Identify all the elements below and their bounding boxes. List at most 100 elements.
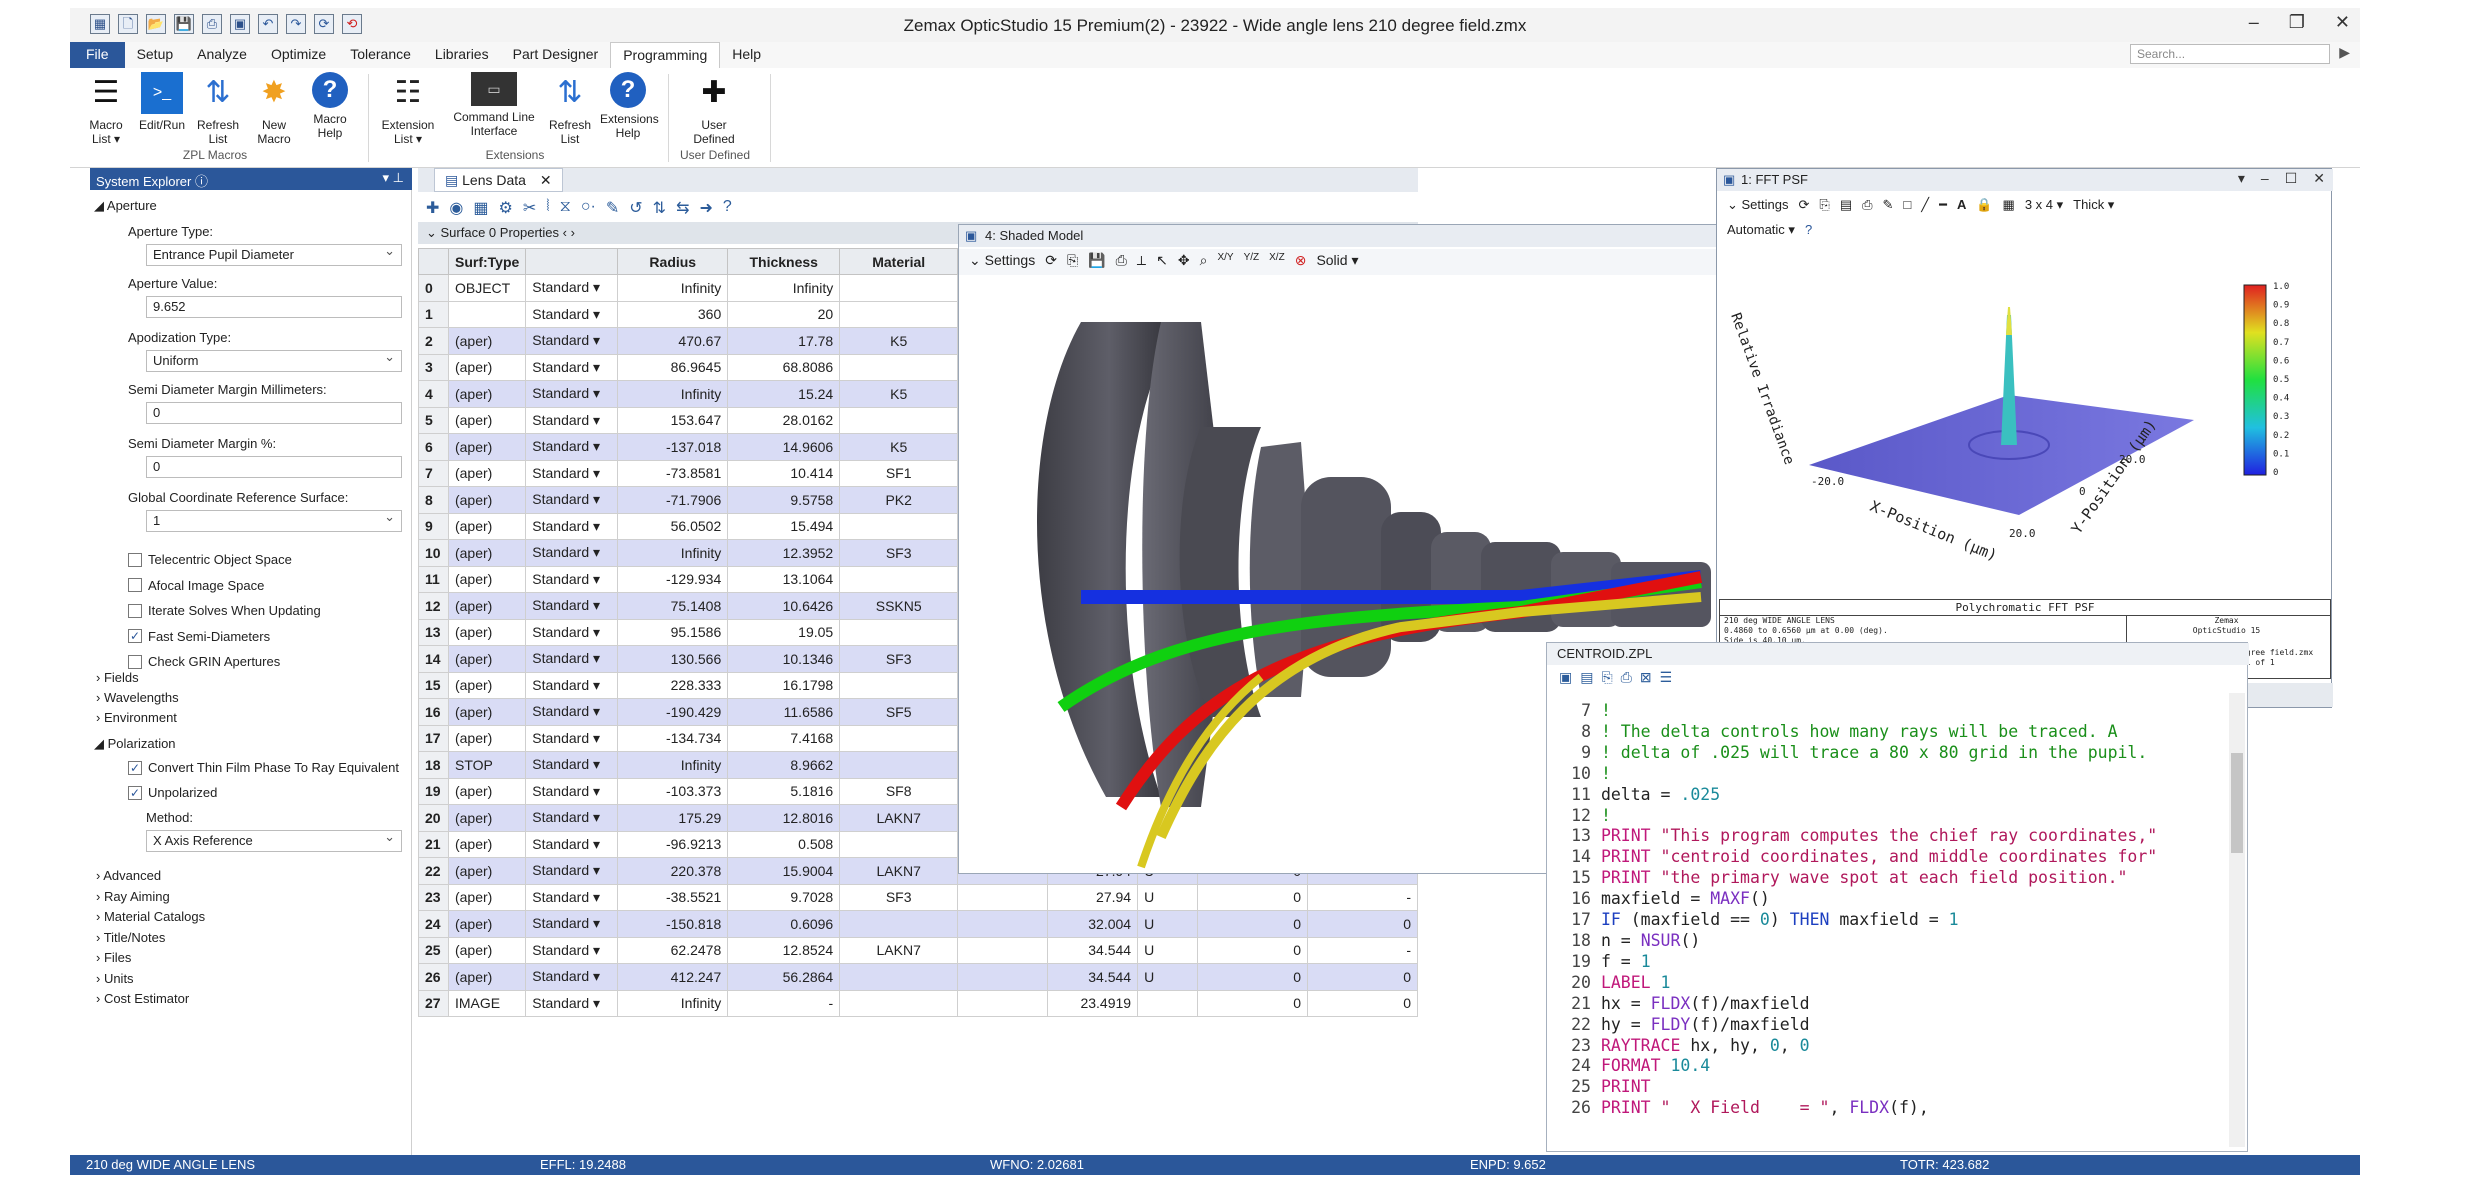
column-header[interactable]: Radius — [617, 248, 729, 275]
table-cell[interactable]: LAKN7 — [839, 804, 959, 832]
global-coord-select[interactable]: 1 — [146, 509, 402, 532]
table-cell[interactable]: U — [1137, 963, 1199, 991]
table-cell[interactable]: 68.8086 — [727, 353, 841, 381]
table-row[interactable]: 26 (aper) Standard ▾ 412.247 56.2864 34.544 U 0… — [418, 963, 1419, 991]
table-cell[interactable]: SF3 — [839, 645, 959, 673]
table-cell[interactable]: 86.9645 — [617, 353, 729, 381]
table-cell[interactable] — [839, 963, 959, 991]
table-cell[interactable]: 16.1798 — [727, 671, 841, 699]
table-cell[interactable]: (aper) — [447, 645, 527, 673]
table-cell[interactable]: -129.934 — [617, 565, 729, 593]
text-icon[interactable]: A — [1957, 197, 1966, 215]
close-tab-icon[interactable]: ✕ — [540, 172, 552, 188]
table-cell[interactable]: Standard ▾ — [525, 406, 619, 434]
maximize-icon[interactable]: ☐ — [2285, 170, 2298, 187]
table-cell[interactable]: Standard ▾ — [525, 380, 619, 408]
help-icon[interactable]: ? — [723, 198, 732, 216]
table-cell[interactable]: (aper) — [447, 830, 527, 858]
table-cell[interactable]: -137.018 — [617, 433, 729, 461]
table-cell[interactable]: 21 — [418, 830, 449, 858]
checkbox-row[interactable]: ✓ Convert Thin Film Phase To Ray Equivale… — [128, 760, 399, 775]
lens-icon[interactable]: ⦚ — [546, 198, 549, 216]
tree-node-title-notes[interactable]: › Title/Notes — [96, 930, 165, 945]
table-cell[interactable]: 0 — [1306, 910, 1419, 938]
table-cell[interactable]: 5.1816 — [727, 777, 841, 805]
method-select[interactable]: X Axis Reference — [146, 829, 402, 852]
checkbox[interactable] — [128, 578, 142, 592]
grid-icon[interactable]: ▦ — [2003, 197, 2015, 215]
table-cell[interactable]: Infinity — [617, 989, 729, 1017]
table-cell[interactable]: Standard ▾ — [525, 724, 619, 752]
menu-setup[interactable]: Setup — [125, 42, 186, 68]
pen-icon[interactable]: ✎ — [1883, 197, 1894, 215]
table-cell[interactable]: 17.78 — [727, 327, 841, 355]
table-cell[interactable] — [957, 936, 1049, 964]
restore-button[interactable]: ❐ — [2289, 12, 2305, 33]
table-cell[interactable]: Standard ▾ — [525, 459, 619, 487]
table-cell[interactable]: Infinity — [727, 274, 841, 302]
table-cell[interactable] — [839, 751, 959, 779]
table-cell[interactable]: 23.4919 — [1047, 989, 1139, 1017]
print-icon[interactable]: ⎙ — [1116, 252, 1127, 272]
save-as-icon[interactable]: ▤ — [1580, 669, 1593, 687]
table-cell[interactable]: Standard ▾ — [525, 989, 619, 1017]
table-cell[interactable]: 27.94 — [1047, 883, 1139, 911]
table-cell[interactable]: 25 — [418, 936, 449, 964]
table-cell[interactable]: (aper) — [447, 804, 527, 832]
table-cell[interactable]: 8 — [418, 486, 449, 514]
checkbox[interactable] — [128, 654, 142, 669]
table-cell[interactable]: - — [727, 989, 841, 1017]
table-cell[interactable] — [447, 300, 527, 328]
table-cell[interactable]: 12.3952 — [727, 539, 841, 567]
ribbon-button-5[interactable]: ☷ Extension List ▾ — [380, 72, 436, 147]
column-header[interactable]: Material — [839, 248, 959, 275]
table-cell[interactable]: Standard ▾ — [525, 274, 619, 302]
table-cell[interactable] — [839, 274, 959, 302]
table-cell[interactable]: 10.414 — [727, 459, 841, 487]
sd-margin-mm-field[interactable]: 0 — [146, 402, 402, 424]
table-cell[interactable]: 1 — [418, 300, 449, 328]
copy-icon[interactable]: ⎘ — [1819, 197, 1829, 215]
table-cell[interactable]: Standard ▾ — [525, 857, 619, 885]
table-cell[interactable]: Standard ▾ — [525, 963, 619, 991]
tree-node-wavelengths[interactable]: › Wavelengths — [96, 690, 179, 705]
table-cell[interactable]: Standard ▾ — [525, 618, 619, 646]
table-cell[interactable]: 9 — [418, 512, 449, 540]
code-line[interactable]: 9 ! delta of .025 will trace a 80 x 80 g… — [1547, 743, 2217, 764]
refresh-icon[interactable]: ⟳ — [1045, 252, 1057, 272]
table-cell[interactable]: 17 — [418, 724, 449, 752]
table-cell[interactable]: 26 — [418, 963, 449, 991]
table-cell[interactable]: 15 — [418, 671, 449, 699]
table-cell[interactable]: (aper) — [447, 512, 527, 540]
table-cell[interactable]: 7 — [418, 459, 449, 487]
table-cell[interactable]: 28.0162 — [727, 406, 841, 434]
settings-button[interactable]: ⌄ Settings — [969, 252, 1035, 272]
save-icon[interactable]: ▣ — [1559, 669, 1572, 687]
table-cell[interactable]: (aper) — [447, 936, 527, 964]
table-cell[interactable]: 0 — [1197, 910, 1308, 938]
table-cell[interactable]: -134.734 — [617, 724, 729, 752]
checkbox[interactable]: ✓ — [128, 629, 142, 643]
tree-node-polarization[interactable]: ◢ Polarization — [94, 736, 176, 752]
circle-icon[interactable]: ○· — [581, 198, 596, 216]
ribbon-button-1[interactable]: >_ Edit/Run — [134, 72, 190, 132]
table-cell[interactable]: (aper) — [447, 883, 527, 911]
table-cell[interactable] — [839, 565, 959, 593]
checkbox[interactable]: ✓ — [128, 760, 142, 775]
table-cell[interactable]: SF8 — [839, 777, 959, 805]
tree-node-units[interactable]: › Units — [96, 971, 134, 986]
checkbox-row[interactable]: Check GRIN Apertures — [128, 654, 280, 669]
table-cell[interactable] — [1137, 989, 1199, 1017]
code-line[interactable]: 11 delta = .025 — [1547, 785, 2217, 806]
table-cell[interactable]: 220.378 — [617, 857, 729, 885]
table-cell[interactable] — [839, 300, 959, 328]
table-cell[interactable]: 0 — [1306, 963, 1419, 991]
table-cell[interactable]: (aper) — [447, 486, 527, 514]
globe-icon[interactable]: ◉ — [449, 198, 463, 217]
table-cell[interactable]: 34.544 — [1047, 963, 1139, 991]
tab-lens-data[interactable]: ▤ Lens Data ✕ — [434, 168, 563, 192]
chevron-down-icon[interactable]: ⌄ — [426, 225, 441, 240]
table-cell[interactable]: 34.544 — [1047, 936, 1139, 964]
table-cell[interactable]: U — [1137, 936, 1199, 964]
thickness-select[interactable]: Thick ▾ — [2073, 197, 2114, 215]
